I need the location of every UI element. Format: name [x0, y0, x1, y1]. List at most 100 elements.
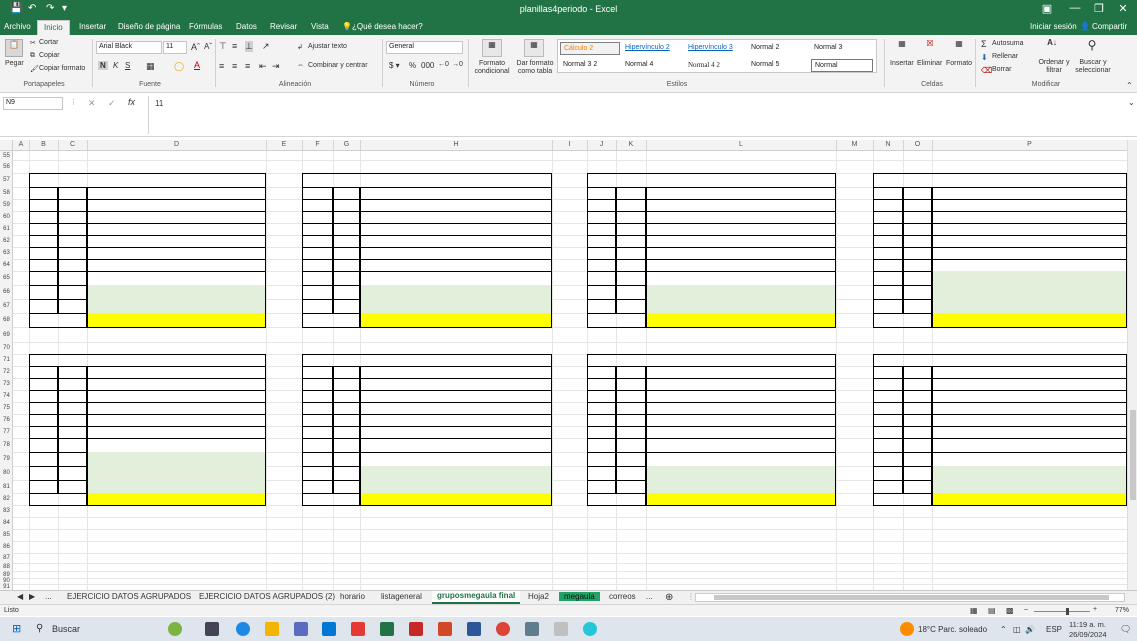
member-curso[interactable] [302, 299, 333, 314]
ribbon-display-icon[interactable]: ▣ [1034, 2, 1060, 15]
sheet-tab-horario[interactable]: horario [335, 592, 370, 601]
member-curso[interactable] [873, 438, 903, 453]
group-title[interactable] [587, 173, 836, 188]
number-format-select[interactable]: General [386, 41, 463, 54]
member-curso[interactable] [873, 271, 903, 286]
maximize-button[interactable]: ❐ [1086, 2, 1112, 15]
format-cells-button[interactable]: Formato [946, 60, 972, 67]
decrease-indent-icon[interactable]: ⇤ [259, 61, 267, 72]
horizontal-scrollbar[interactable] [695, 593, 1125, 602]
column-header-A[interactable]: A [13, 141, 29, 148]
align-middle-icon[interactable]: ≡ [232, 41, 237, 51]
member-curso[interactable] [29, 271, 58, 286]
lider-name[interactable] [646, 493, 836, 506]
member-name[interactable] [360, 480, 552, 494]
insert-cells-button[interactable]: Insertar [890, 60, 914, 67]
store-icon[interactable] [294, 622, 308, 636]
member-name[interactable] [87, 438, 266, 453]
sheet-tab-more-left[interactable]: ... [40, 592, 57, 601]
member-name[interactable] [87, 285, 266, 300]
lider-name[interactable] [360, 493, 552, 506]
collapse-ribbon-icon[interactable]: ⌃ [1126, 81, 1133, 90]
member-number[interactable] [333, 271, 360, 286]
weather-text[interactable]: 18°C Parc. soleado [918, 625, 987, 634]
sort-filter-button[interactable]: Ordenar y filtrar [1034, 59, 1074, 75]
underline-icon[interactable]: S [125, 61, 130, 70]
calculator-icon[interactable] [525, 622, 539, 636]
member-name[interactable] [932, 480, 1127, 494]
member-number[interactable] [58, 466, 87, 481]
member-name[interactable] [360, 299, 552, 314]
row-header-55[interactable]: 55 [0, 152, 13, 160]
member-curso[interactable] [873, 480, 903, 494]
member-number[interactable] [903, 299, 932, 314]
member-name[interactable] [932, 299, 1127, 314]
tab-formulas[interactable]: Fórmulas [189, 22, 222, 31]
tab-inicio[interactable]: Inicio [37, 20, 70, 35]
page-layout-view-icon[interactable]: ▤ [988, 606, 996, 615]
style-calculo-2[interactable]: Cálculo 2 [560, 42, 620, 55]
confirm-entry-icon[interactable]: ✓ [108, 98, 116, 109]
lider-label[interactable] [873, 493, 932, 506]
member-number[interactable] [58, 438, 87, 453]
member-name[interactable] [360, 285, 552, 300]
font-size-select[interactable]: 11 [163, 41, 187, 54]
member-number[interactable] [58, 285, 87, 300]
member-name[interactable] [87, 480, 266, 494]
member-number[interactable] [58, 452, 87, 467]
member-curso[interactable] [29, 438, 58, 453]
member-name[interactable] [360, 438, 552, 453]
member-curso[interactable] [587, 271, 616, 286]
member-name[interactable] [87, 452, 266, 467]
grow-font-icon[interactable]: Aˆ [191, 42, 200, 52]
member-number[interactable] [58, 299, 87, 314]
language-indicator[interactable]: ESP [1046, 625, 1062, 634]
member-number[interactable] [903, 285, 932, 300]
decrease-decimal-icon[interactable]: →0 [452, 61, 463, 68]
style-hipervinculo-3[interactable]: Hipervínculo 3 [685, 42, 747, 55]
row-header-78[interactable]: 78 [0, 441, 13, 449]
member-curso[interactable] [29, 480, 58, 494]
acrobat-icon[interactable] [351, 622, 365, 636]
member-name[interactable] [87, 271, 266, 286]
column-header-P[interactable]: P [932, 141, 1127, 148]
zoom-slider-thumb[interactable] [1066, 608, 1069, 615]
sheet-tab-more-right[interactable]: ... [641, 592, 658, 601]
shrink-font-icon[interactable]: Aˇ [204, 42, 212, 51]
tab-revisar[interactable]: Revisar [270, 22, 297, 31]
tab-archivo[interactable]: Archivo [4, 22, 31, 31]
row-header-56[interactable]: 56 [0, 163, 13, 171]
borders-icon[interactable]: ▦ [146, 61, 155, 72]
member-number[interactable] [616, 285, 646, 300]
member-curso[interactable] [302, 466, 333, 481]
task-view-icon[interactable] [205, 622, 219, 636]
tab-vista[interactable]: Vista [311, 22, 329, 31]
row-header-85[interactable]: 85 [0, 531, 13, 539]
row-header-60[interactable]: 60 [0, 213, 13, 221]
style-normal-4[interactable]: Normal 4 [622, 59, 684, 72]
row-header-61[interactable]: 61 [0, 225, 13, 233]
row-header-57[interactable]: 57 [0, 176, 13, 184]
row-header-74[interactable]: 74 [0, 392, 13, 400]
lider-label[interactable] [587, 493, 646, 506]
style-normal-3-2[interactable]: Normal 3 2 [560, 59, 620, 72]
column-header-L[interactable]: L [646, 141, 836, 148]
sheet-tab-listageneral[interactable]: listageneral [376, 592, 427, 601]
autosum-button[interactable]: Autosuma [992, 40, 1024, 47]
word-icon[interactable] [467, 622, 481, 636]
style-normal-5[interactable]: Normal 5 [748, 59, 810, 72]
member-number[interactable] [903, 480, 932, 494]
conditional-format-button[interactable]: Formato condicional [470, 60, 514, 76]
powerpoint-icon[interactable] [438, 622, 452, 636]
member-name[interactable] [360, 271, 552, 286]
horizontal-scroll-thumb[interactable] [714, 595, 1109, 600]
row-header-87[interactable]: 87 [0, 554, 13, 562]
lider-name[interactable] [646, 313, 836, 328]
thousands-icon[interactable]: 000 [421, 61, 434, 70]
excel-icon[interactable] [380, 622, 394, 636]
row-header-72[interactable]: 72 [0, 368, 13, 376]
app-icon[interactable] [583, 622, 597, 636]
member-number[interactable] [903, 452, 932, 467]
row-header-73[interactable]: 73 [0, 380, 13, 388]
sheet-tab-gruposmegaula-final[interactable]: gruposmegaula final [432, 591, 521, 604]
